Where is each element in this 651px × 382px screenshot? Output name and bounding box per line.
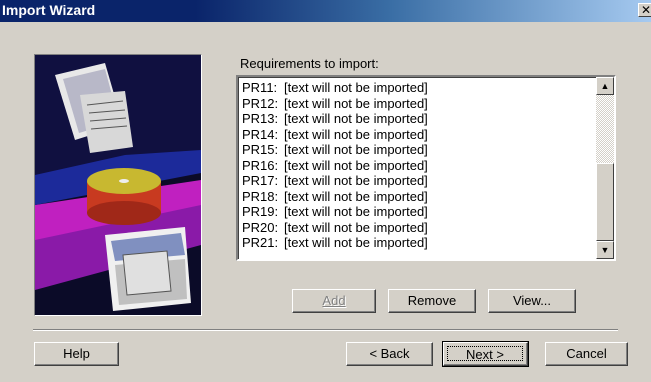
close-icon: ✕ — [640, 3, 651, 17]
requirement-text: [text will not be imported] — [284, 126, 428, 142]
requirement-code: PR14: — [242, 126, 279, 142]
requirement-text: [text will not be imported] — [284, 111, 428, 126]
list-item[interactable]: PR11: [text will not be imported] — [242, 80, 592, 96]
title-bar: Import Wizard ✕ — [0, 0, 651, 22]
requirement-text: [text will not be imported] — [284, 142, 428, 157]
next-focus-ring: Next > — [447, 346, 523, 362]
arrow-up-icon: ▲ — [600, 81, 610, 91]
scroll-thumb[interactable] — [596, 163, 614, 241]
requirement-text: [text will not be imported] — [284, 219, 428, 235]
cancel-button-label: Cancel — [566, 346, 607, 361]
requirement-code: PR18: — [242, 188, 279, 204]
wizard-illustration — [34, 54, 202, 316]
scroll-up-button[interactable]: ▲ — [596, 77, 614, 95]
close-button[interactable]: ✕ — [638, 3, 651, 17]
next-button-label: Next > — [466, 347, 504, 362]
help-button-label: Help — [63, 346, 90, 361]
requirement-code: PR16: — [242, 157, 279, 173]
requirement-code: PR19: — [242, 204, 279, 219]
list-item[interactable]: PR19: [text will not be imported] — [242, 204, 592, 220]
requirements-listbox[interactable]: PR11: [text will not be imported] PR12: [te… — [236, 75, 616, 261]
requirement-code: PR13: — [242, 111, 279, 126]
add-button-label: Add — [322, 293, 346, 308]
footer-divider — [33, 329, 618, 331]
list-item[interactable]: PR18: [text will not be imported] — [242, 189, 592, 205]
requirement-text: [text will not be imported] — [284, 204, 428, 219]
requirements-scrollbar[interactable]: ▲ ▼ — [596, 77, 614, 259]
list-item[interactable]: PR15: [text will not be imported] — [242, 142, 592, 158]
arrow-down-icon: ▼ — [600, 245, 610, 255]
requirement-text: [text will not be imported] — [284, 235, 428, 250]
remove-button-label: Remove — [407, 293, 457, 308]
requirement-code: PR17: — [242, 173, 279, 188]
list-item[interactable]: PR14: [text will not be imported] — [242, 127, 592, 143]
requirements-label: Requirements to import: — [240, 56, 379, 71]
back-button[interactable]: < Back — [346, 342, 433, 366]
back-button-label: < Back — [369, 346, 410, 361]
requirement-text: [text will not be imported] — [284, 95, 428, 111]
list-item[interactable]: PR17: [text will not be imported] — [242, 173, 592, 189]
requirement-text: [text will not be imported] — [284, 157, 428, 173]
scroll-down-button[interactable]: ▼ — [596, 241, 614, 259]
view-button-label: View... — [512, 293, 552, 308]
requirement-code: PR21: — [242, 235, 279, 250]
add-button[interactable]: Add — [292, 289, 376, 313]
list-item[interactable]: PR21: [text will not be imported] — [242, 235, 592, 251]
remove-button[interactable]: Remove — [388, 289, 476, 313]
requirement-text: [text will not be imported] — [284, 80, 428, 95]
view-button[interactable]: View... — [488, 289, 576, 313]
requirement-code: PR15: — [242, 142, 279, 157]
window-title: Import Wizard — [2, 2, 96, 18]
requirements-list: PR11: [text will not be imported] PR12: [te… — [242, 80, 592, 251]
requirement-code: PR12: — [242, 95, 279, 111]
list-item[interactable]: PR20: [text will not be imported] — [242, 220, 592, 236]
list-item[interactable]: PR12: [text will not be imported] — [242, 96, 592, 112]
list-item[interactable]: PR13: [text will not be imported] — [242, 111, 592, 127]
wizard-illustration-graphic — [35, 55, 201, 315]
requirement-code: PR11: — [242, 80, 278, 95]
requirement-text: [text will not be imported] — [284, 188, 428, 204]
next-button[interactable]: Next > — [442, 341, 529, 367]
requirement-code: PR20: — [242, 219, 279, 235]
cancel-button[interactable]: Cancel — [545, 342, 628, 366]
list-item[interactable]: PR16: [text will not be imported] — [242, 158, 592, 174]
requirement-text: [text will not be imported] — [284, 173, 428, 188]
help-button[interactable]: Help — [34, 342, 119, 366]
